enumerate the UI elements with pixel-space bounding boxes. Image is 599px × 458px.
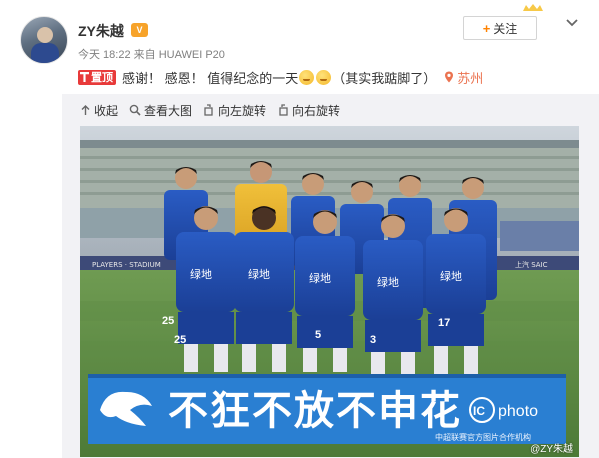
team-photo[interactable]: PLAYERS · STADIUM 上汽 SAIC 绿地 绿地 绿地 绿地 绿地… [80, 126, 579, 457]
slogan-banner: 不狂不放不申花 IC photo 中超联赛官方图片合作机构 [88, 374, 566, 444]
weibo-watermark: @ZY朱越 [530, 444, 573, 455]
pin-icon [80, 72, 89, 82]
jersey-number: 3 [370, 334, 376, 346]
post-text-main: 感谢！ 感恩！ 值得纪念的一天 [122, 70, 299, 86]
jersey-number: 5 [315, 329, 321, 341]
follow-button[interactable]: + 关注 [463, 16, 537, 40]
plus-icon: + [482, 20, 491, 36]
svg-text:中超联赛官方图片合作机构: 中超联赛官方图片合作机构 [435, 432, 531, 442]
emoji-smile-icon [299, 69, 315, 85]
rotate-left-icon [204, 104, 213, 116]
location-pin-icon [444, 71, 454, 83]
avatar[interactable] [20, 16, 68, 64]
pinned-badge: 置顶 [78, 69, 116, 85]
post-meta: 今天 18:22 来自 HUAWEI P20 [78, 49, 225, 61]
post-text-aside: （其实我踮脚了） [332, 70, 437, 86]
svg-text:PLAYERS · STADIUM: PLAYERS · STADIUM [92, 261, 161, 269]
svg-text:绿地: 绿地 [248, 267, 270, 281]
username[interactable]: ZY朱越 [78, 21, 124, 41]
jersey-number: 17 [438, 317, 450, 329]
svg-text:photo: photo [498, 403, 538, 420]
chevron-down-icon[interactable] [563, 14, 581, 32]
svg-text:不狂不放不申花: 不狂不放不申花 [168, 388, 462, 434]
crown-decoration-icon [520, 0, 546, 11]
collapse-icon [81, 104, 90, 115]
media-toolbar: 收起 查看大图 向左旋转 向右旋转 [80, 101, 351, 119]
location-link[interactable]: 苏州 [457, 68, 483, 87]
svg-text:绿地: 绿地 [190, 267, 212, 281]
magnifier-icon [129, 104, 141, 116]
collapse-button[interactable]: 收起 [80, 102, 118, 119]
post-text: 置顶 感谢！ 感恩！ 值得纪念的一天 （其实我踮脚了） 苏州 [78, 67, 483, 87]
svg-text:IC: IC [473, 404, 485, 418]
jersey-number: 25 [174, 334, 186, 346]
rotate-right-icon [279, 104, 288, 116]
view-large-button[interactable]: 查看大图 [129, 102, 192, 119]
follow-label: 关注 [493, 21, 518, 36]
jersey-number: 25 [162, 315, 174, 327]
team-photo-illustration: PLAYERS · STADIUM 上汽 SAIC 绿地 绿地 绿地 绿地 绿地… [80, 126, 579, 457]
rotate-right-button[interactable]: 向右旋转 [277, 102, 340, 119]
svg-text:上汽 SAIC: 上汽 SAIC [515, 260, 548, 269]
svg-text:绿地: 绿地 [309, 271, 331, 285]
svg-text:绿地: 绿地 [377, 275, 399, 289]
svg-text:绿地: 绿地 [440, 269, 462, 283]
rotate-left-button[interactable]: 向左旋转 [203, 102, 266, 119]
emoji-smile-icon [316, 69, 332, 85]
weibo-post: ZY朱越 V 今天 18:22 来自 HUAWEI P20 + 关注 置顶 感谢… [0, 0, 599, 458]
vip-badge-icon[interactable]: V [131, 23, 148, 37]
